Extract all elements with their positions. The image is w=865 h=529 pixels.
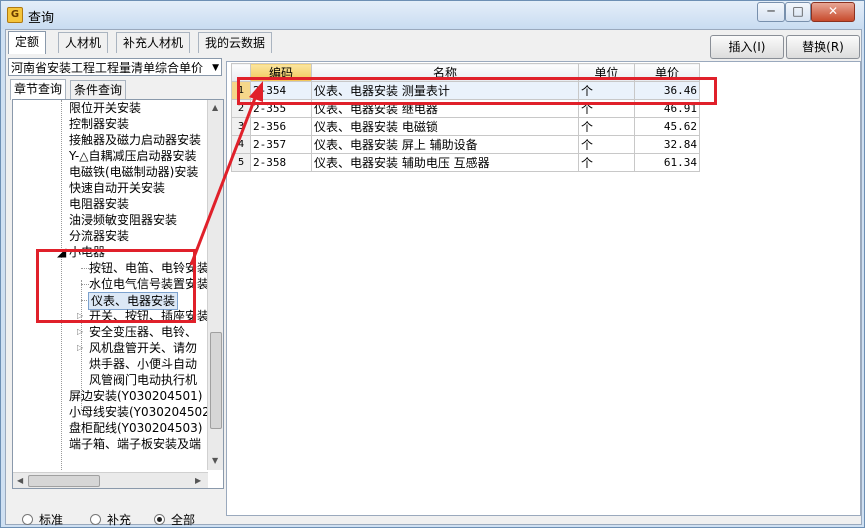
tree-item[interactable]: 风机盘管开关、请勿 bbox=[89, 340, 197, 356]
tree-item[interactable]: 电磁铁(电磁制动器)安装 bbox=[69, 164, 198, 180]
tree-item[interactable]: 小母线安装(Y030204502) bbox=[69, 404, 214, 420]
cell-code[interactable]: 2-357 bbox=[250, 135, 312, 154]
tree-item[interactable]: 接触器及磁力启动器安装 bbox=[69, 132, 201, 148]
tree-item[interactable]: 屏边安装(Y030204501) bbox=[69, 388, 202, 404]
tab-labor-material[interactable]: 人材机 bbox=[58, 32, 109, 53]
cell-price[interactable]: 45.62 bbox=[634, 117, 700, 136]
tree-item[interactable]: 油浸频敏变阻器安装 bbox=[69, 212, 177, 228]
cell-price[interactable]: 32.84 bbox=[634, 135, 700, 154]
scroll-left-icon[interactable]: ◀ bbox=[17, 476, 23, 485]
close-button[interactable]: ✕ bbox=[811, 2, 855, 22]
radio-circle-icon bbox=[22, 514, 33, 525]
maximize-button[interactable]: □ bbox=[785, 2, 811, 22]
cell-code[interactable]: 2-358 bbox=[250, 153, 312, 172]
tree-collapse-icon[interactable]: ▷ bbox=[77, 340, 83, 356]
window-title: 查询 bbox=[28, 11, 55, 26]
tree-item[interactable]: 安全变压器、电铃、 bbox=[89, 324, 197, 340]
radio-standard[interactable]: 标准 bbox=[22, 511, 63, 528]
tab-condition-query[interactable]: 条件查询 bbox=[70, 80, 127, 100]
radio-selected-icon bbox=[154, 514, 165, 525]
annotation-box-row bbox=[237, 77, 717, 105]
tab-quota[interactable]: 定额 bbox=[8, 31, 47, 54]
scroll-down-icon[interactable]: ▼ bbox=[212, 456, 218, 465]
annotation-box-tree bbox=[36, 249, 196, 323]
radio-circle-icon bbox=[90, 514, 101, 525]
cell-unit[interactable]: 个 bbox=[578, 153, 635, 172]
insert-button[interactable]: 插入(I) bbox=[710, 35, 784, 59]
quota-library-value: 河南省安装工程工程量清单综合单价 bbox=[11, 61, 204, 75]
tree-item[interactable]: 快速自动开关安装 bbox=[69, 180, 165, 196]
cell-name[interactable]: 仪表、电器安装 屏上 辅助设备 bbox=[311, 135, 579, 154]
tab-chapter-query[interactable]: 章节查询 bbox=[10, 79, 67, 100]
table-row[interactable]: 5 2-358 仪表、电器安装 辅助电压 互感器 个 61.34 bbox=[231, 153, 700, 172]
radio-label: 全部 bbox=[171, 513, 196, 527]
table-row[interactable]: 3 2-356 仪表、电器安装 电磁锁 个 45.62 bbox=[231, 117, 700, 136]
scroll-thumb[interactable] bbox=[210, 332, 222, 429]
radio-all[interactable]: 全部 bbox=[154, 511, 195, 528]
cell-unit[interactable]: 个 bbox=[578, 135, 635, 154]
tree-item[interactable]: 限位开关安装 bbox=[69, 100, 141, 116]
tree-item[interactable]: 盘柜配线(Y030204503) bbox=[69, 420, 202, 436]
scroll-right-icon[interactable]: ▶ bbox=[195, 476, 201, 485]
tree-collapse-icon[interactable]: ▷ bbox=[77, 324, 83, 340]
quota-library-select[interactable]: 河南省安装工程工程量清单综合单价 ▼ bbox=[8, 58, 222, 76]
tree-item[interactable]: Y-△自耦减压启动器安装 bbox=[69, 148, 196, 164]
tree-item[interactable]: 烘手器、小便斗自动 bbox=[89, 356, 197, 372]
tab-cloud-data[interactable]: 我的云数据 bbox=[198, 32, 273, 53]
scroll-thumb[interactable] bbox=[28, 475, 100, 487]
row-index: 4 bbox=[231, 135, 251, 154]
row-index: 3 bbox=[231, 117, 251, 136]
cell-name[interactable]: 仪表、电器安装 辅助电压 互感器 bbox=[311, 153, 579, 172]
tree-horizontal-scrollbar[interactable]: ◀ ▶ bbox=[13, 472, 208, 488]
scroll-up-icon[interactable]: ▲ bbox=[212, 103, 218, 112]
cell-price[interactable]: 61.34 bbox=[634, 153, 700, 172]
cell-unit[interactable]: 个 bbox=[578, 117, 635, 136]
minimize-button[interactable]: ─ bbox=[757, 2, 785, 22]
radio-label: 补充 bbox=[107, 513, 132, 527]
query-window: G 查询 ─ □ ✕ 定额 人材机 补充人材机 我的云数据 插入(I) 替换(R… bbox=[0, 0, 865, 528]
app-icon: G bbox=[7, 7, 23, 23]
chevron-down-icon[interactable]: ▼ bbox=[212, 59, 219, 77]
tab-supplement-labor-material[interactable]: 补充人材机 bbox=[116, 32, 191, 53]
row-index: 5 bbox=[231, 153, 251, 172]
cell-code[interactable]: 2-356 bbox=[250, 117, 312, 136]
tree-item[interactable]: 风管阀门电动执行机 bbox=[89, 372, 197, 388]
tree-item[interactable]: 电阻器安装 bbox=[69, 196, 129, 212]
tree-item[interactable]: 分流器安装 bbox=[69, 228, 129, 244]
tree-item[interactable]: 端子箱、端子板安装及端 bbox=[69, 436, 201, 452]
tree-vertical-scrollbar[interactable]: ▲ ▼ bbox=[207, 100, 223, 470]
radio-supplement[interactable]: 补充 bbox=[90, 511, 131, 528]
tree-item[interactable]: 控制器安装 bbox=[69, 116, 129, 132]
radio-label: 标准 bbox=[39, 513, 64, 527]
table-row[interactable]: 4 2-357 仪表、电器安装 屏上 辅助设备 个 32.84 bbox=[231, 135, 700, 154]
cell-name[interactable]: 仪表、电器安装 电磁锁 bbox=[311, 117, 579, 136]
replace-button[interactable]: 替换(R) bbox=[786, 35, 860, 59]
quota-results-grid: 编码 名称 单位 单价 1 2-354 仪表、电器安装 测量表计 个 36.46… bbox=[226, 61, 861, 516]
title-bar: G 查询 ─ □ ✕ bbox=[1, 1, 864, 29]
